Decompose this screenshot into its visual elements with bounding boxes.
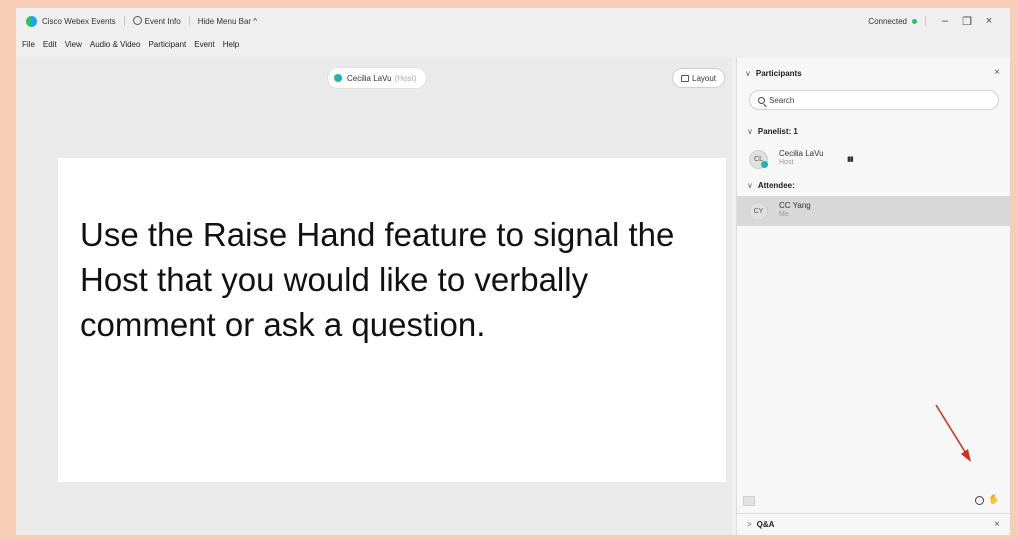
audio-level-icon: ▮▮ (847, 156, 854, 163)
raise-hand-icon[interactable]: ✋ (988, 494, 999, 505)
search-placeholder: Search (769, 95, 795, 105)
attendee-group-label: Attendee: (757, 180, 795, 190)
webex-status-icon (334, 74, 342, 82)
title-bar: Cisco Webex Events Event Info Hide Menu … (16, 8, 1010, 34)
participants-title: Participants (755, 68, 802, 78)
avatar: CL (749, 150, 768, 169)
menu-file[interactable]: File (22, 40, 35, 49)
close-icon[interactable]: × (994, 519, 1000, 530)
instruction-text: Use the Raise Hand feature to signal the… (80, 216, 675, 343)
participants-panel: ∨ Participants × Search ∨ Panelist: 1 CL… (736, 58, 1010, 535)
close-icon[interactable]: × (994, 67, 1000, 78)
avatar: CY (749, 202, 768, 221)
layout-button[interactable]: Layout (672, 68, 726, 88)
minimize-button[interactable]: – (934, 15, 956, 27)
window-controls: Connected – ❐ × (868, 8, 1000, 34)
menu-bar: File Edit View Audio & Video Participant… (16, 36, 247, 52)
panelist-group-label: Panelist: 1 (757, 126, 798, 136)
menu-view[interactable]: View (65, 40, 82, 49)
chevron-down-icon: ∨ (745, 68, 751, 78)
participants-header[interactable]: ∨ Participants × (737, 63, 1010, 83)
search-icon (758, 96, 765, 104)
webex-logo-icon (26, 15, 37, 27)
webex-window: Cisco Webex Events Event Info Hide Menu … (16, 8, 1010, 535)
active-speaker-label: Cecilia LaVu (Host) (328, 68, 427, 88)
menu-participant[interactable]: Participant (148, 40, 186, 49)
webex-status-icon (761, 161, 768, 168)
participant-name: CC Yang (779, 201, 811, 210)
divider (925, 16, 926, 26)
participant-role: Host (779, 159, 794, 166)
reaction-icon[interactable] (975, 496, 984, 505)
mute-all-icon[interactable] (743, 496, 755, 506)
hide-menu-bar-button[interactable]: Hide Menu Bar ^ (198, 17, 257, 26)
qa-panel-header[interactable]: > Q&A × (737, 513, 1010, 535)
chevron-down-icon: ∨ (747, 126, 753, 136)
chevron-down-icon: ∨ (747, 180, 753, 190)
participant-actions-bar: ✋ (737, 494, 1010, 508)
connection-status-icon (912, 18, 917, 24)
layout-label: Layout (692, 73, 717, 83)
qa-title: Q&A (756, 520, 775, 529)
instruction-callout: Use the Raise Hand feature to signal the… (58, 158, 726, 482)
participant-row[interactable]: CL Cecilia LaVu Host ▮▮ (737, 144, 1010, 174)
attendee-group-header[interactable]: ∨ Attendee: (747, 178, 795, 192)
host-name: Cecilia LaVu (347, 73, 392, 83)
layout-icon (681, 74, 689, 82)
avatar-initials: CY (753, 208, 764, 215)
event-info-label: Event Info (144, 17, 181, 26)
host-role: (Host) (394, 73, 417, 83)
panelist-group-header[interactable]: ∨ Panelist: 1 (747, 124, 798, 138)
menu-help[interactable]: Help (223, 40, 239, 49)
menu-edit[interactable]: Edit (43, 40, 57, 49)
chevron-right-icon: > (747, 520, 752, 529)
search-input[interactable]: Search (749, 90, 999, 110)
divider (188, 16, 190, 26)
menu-event[interactable]: Event (194, 40, 214, 49)
divider (123, 16, 125, 26)
close-button[interactable]: × (978, 15, 1000, 27)
participant-row-selected[interactable]: CY CC Yang Me (737, 196, 1010, 226)
participant-name: Cecilia LaVu (779, 149, 824, 158)
info-icon (132, 16, 142, 25)
app-name: Cisco Webex Events (42, 16, 116, 26)
menu-audio-video[interactable]: Audio & Video (90, 40, 141, 49)
event-info-button[interactable]: Event Info (132, 16, 181, 26)
connection-status: Connected (868, 16, 907, 26)
maximize-button[interactable]: ❐ (956, 15, 978, 28)
participant-role: Me (779, 211, 789, 218)
